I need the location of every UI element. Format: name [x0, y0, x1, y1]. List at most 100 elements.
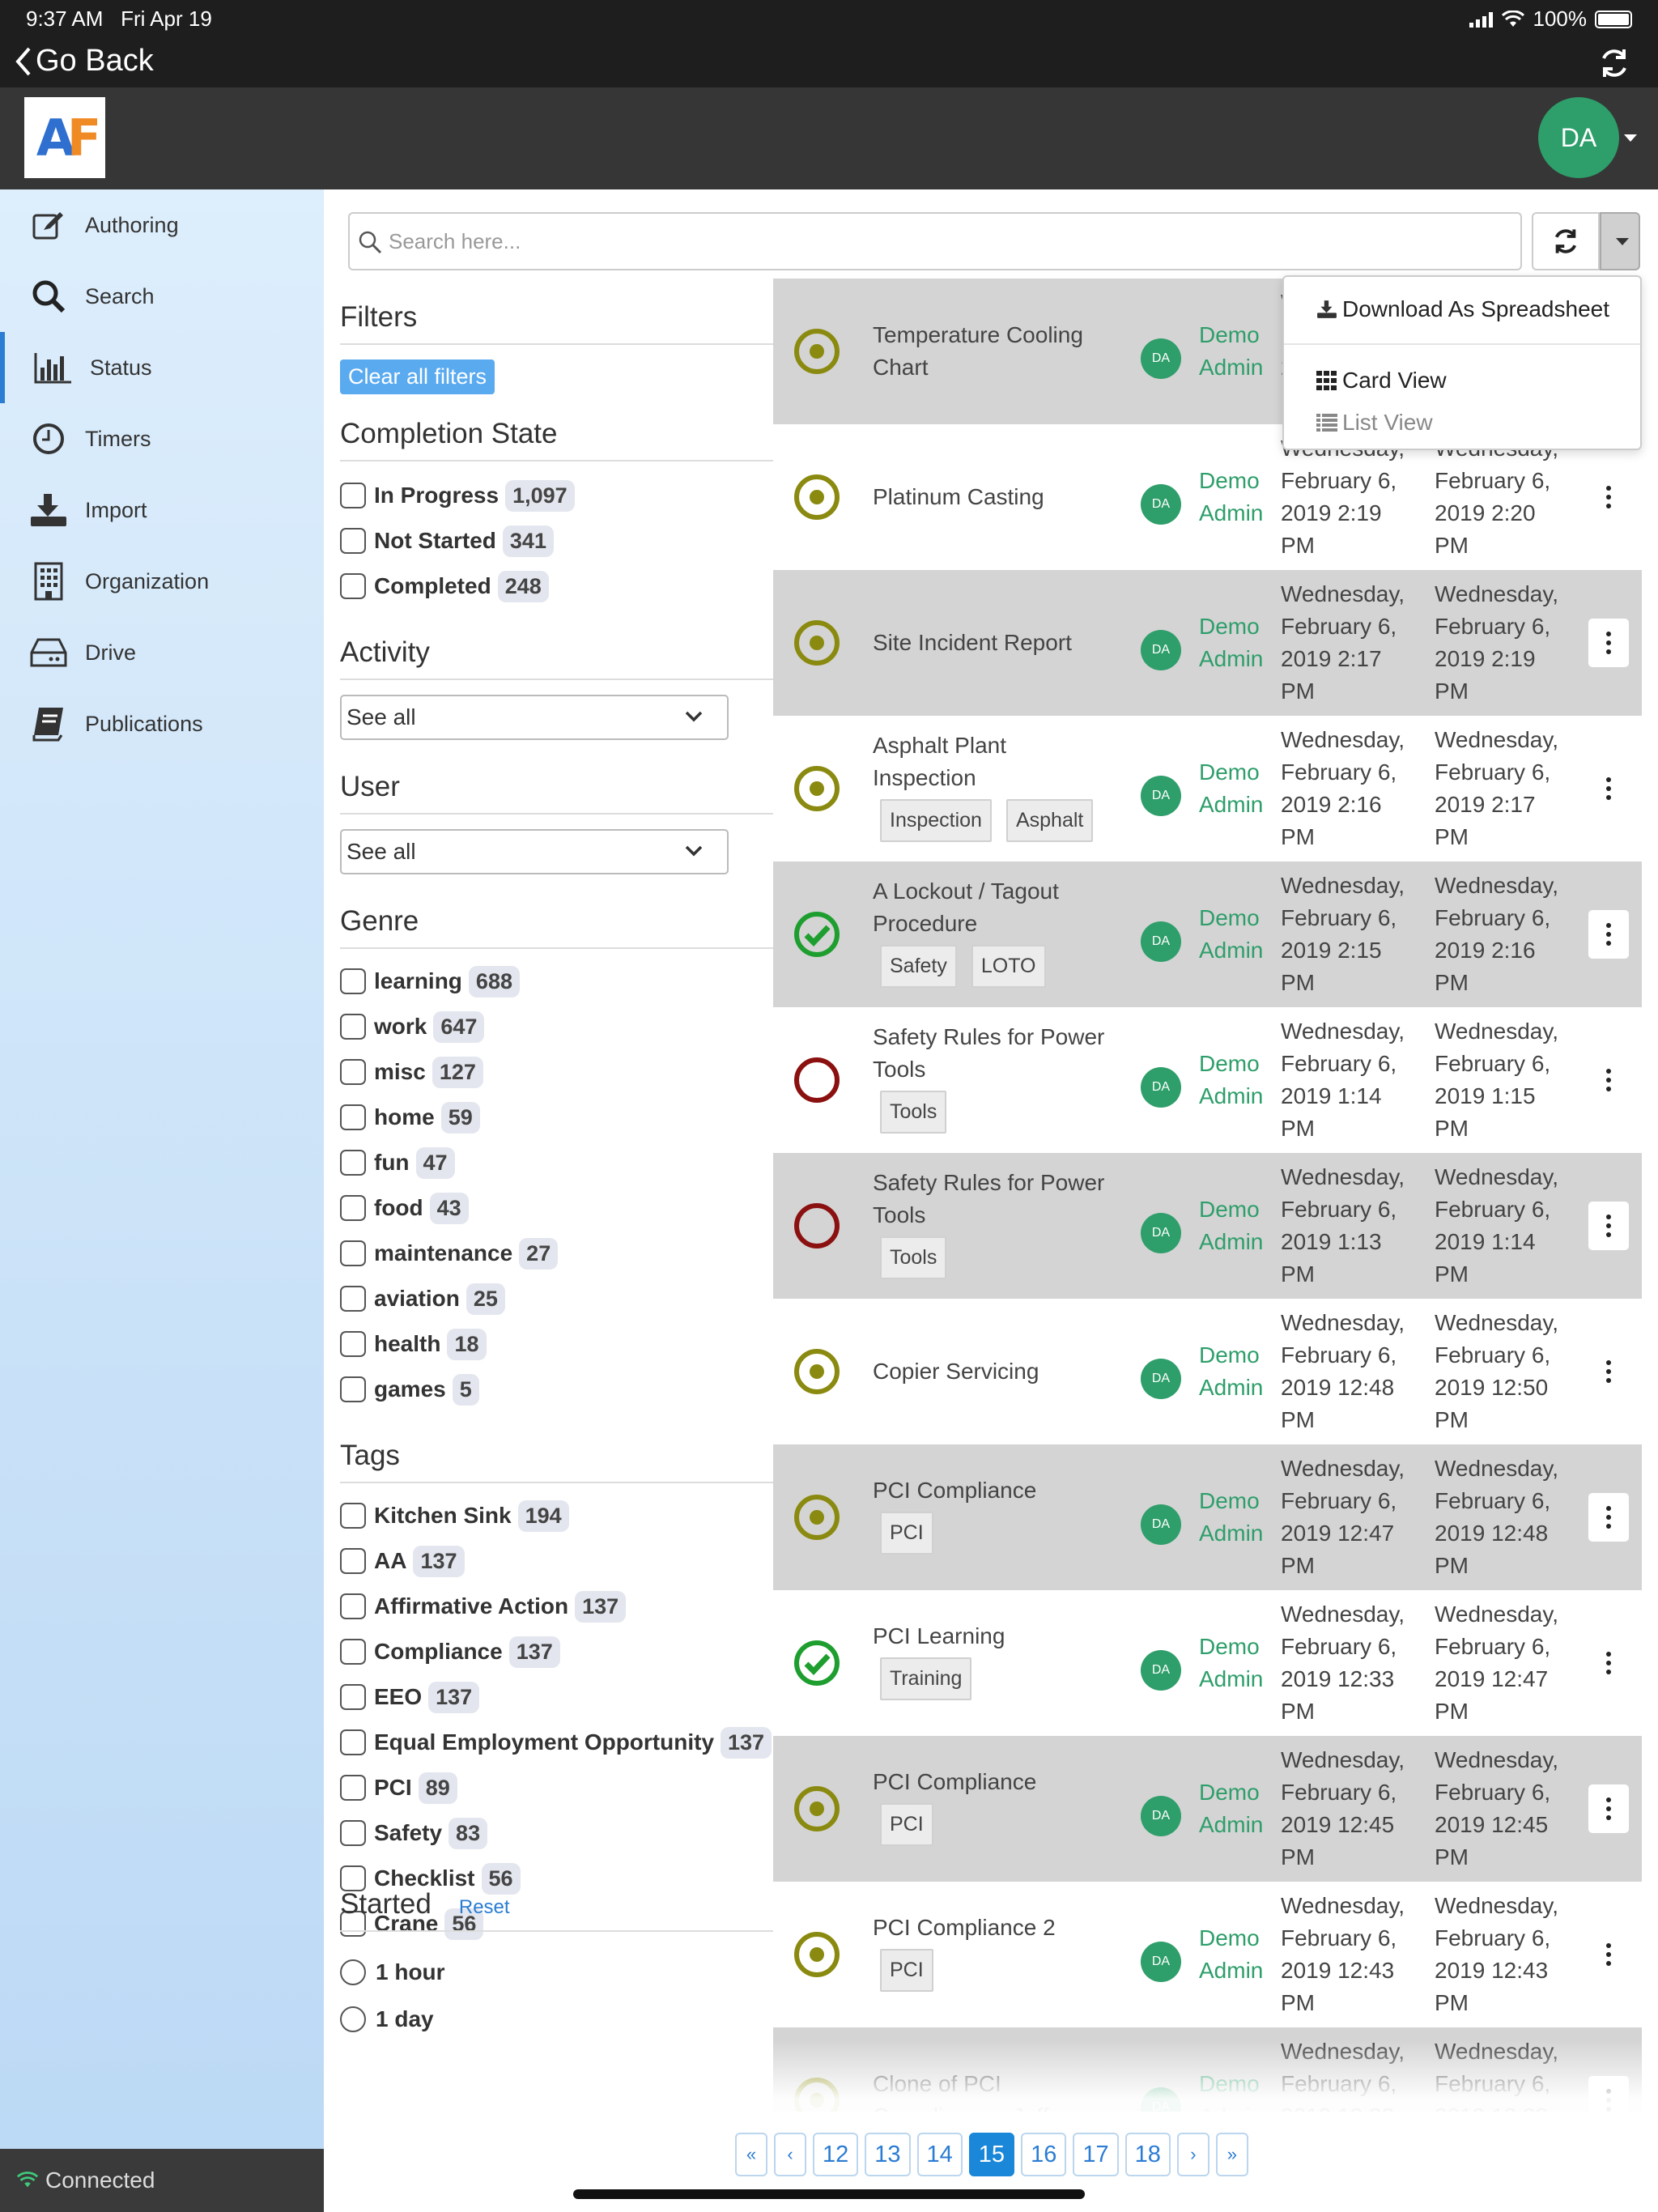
sidebar-item-organization[interactable]: Organization: [0, 546, 324, 617]
more-options-icon[interactable]: [1588, 1056, 1629, 1104]
checkbox[interactable]: [340, 1014, 366, 1040]
result-title[interactable]: Platinum Casting: [873, 481, 1124, 513]
options-dropdown-toggle[interactable]: [1600, 212, 1640, 270]
tag-filter-aa[interactable]: AA 137: [340, 1543, 465, 1579]
tag-chip[interactable]: Tools: [880, 1236, 947, 1279]
tag-chip[interactable]: PCI: [880, 1512, 933, 1555]
sidebar-item-publications[interactable]: Publications: [0, 688, 324, 759]
tag-chip[interactable]: Safety: [880, 945, 957, 988]
started-reset-link[interactable]: Reset: [459, 1896, 510, 1918]
checkbox[interactable]: [340, 1729, 366, 1755]
more-options-icon[interactable]: [1588, 473, 1629, 521]
search-input[interactable]: [389, 214, 1506, 269]
result-row[interactable]: Asphalt Plant Inspection Inspection Asphalt…: [773, 716, 1642, 861]
result-title[interactable]: Safety Rules for Power Tools: [873, 1021, 1124, 1086]
filter-completed[interactable]: Completed 248: [340, 568, 549, 604]
sidebar-item-search[interactable]: Search: [0, 261, 324, 332]
checkbox[interactable]: [340, 1376, 366, 1402]
result-title[interactable]: Safety Rules for Power Tools: [873, 1167, 1124, 1231]
result-row[interactable]: PCI Compliance PCI DA Demo Admin Wednesday, Fe…: [773, 1444, 1642, 1590]
page-18-button[interactable]: 18: [1124, 2133, 1171, 2176]
tag-chip[interactable]: Inspection: [880, 799, 992, 842]
more-options-icon[interactable]: [1588, 1202, 1629, 1250]
result-row[interactable]: PCI Learning Training DA Demo Admin Wednesday…: [773, 1590, 1642, 1736]
result-row[interactable]: A Lockout / Tagout Procedure Safety LOTO DA D…: [773, 861, 1642, 1007]
tag-chip[interactable]: Training: [880, 1657, 972, 1700]
result-title[interactable]: Copier Servicing: [873, 1355, 1124, 1388]
page-17-button[interactable]: 17: [1073, 2133, 1119, 2176]
genre-filter-fun[interactable]: fun 47: [340, 1145, 455, 1180]
result-title[interactable]: Asphalt Plant Inspection: [873, 730, 1124, 794]
radio[interactable]: [340, 2006, 366, 2032]
checkbox[interactable]: [340, 1775, 366, 1801]
more-options-icon[interactable]: [1588, 1347, 1629, 1396]
go-back-button[interactable]: Go Back: [15, 44, 154, 79]
genre-filter-home[interactable]: home 59: [340, 1100, 480, 1135]
checkbox[interactable]: [340, 1195, 366, 1221]
checkbox[interactable]: [340, 1684, 366, 1710]
result-title[interactable]: Temperature Cooling Chart: [873, 319, 1124, 384]
user-select[interactable]: See all: [340, 829, 729, 874]
refresh-button[interactable]: [1532, 212, 1600, 270]
tag-chip[interactable]: LOTO: [971, 945, 1046, 988]
tag-filter-kitchen-sink[interactable]: Kitchen Sink 194: [340, 1498, 569, 1534]
result-row[interactable]: PCI Compliance 2 PCI DA Demo Admin Wednesday,…: [773, 1882, 1642, 2027]
genre-filter-aviation[interactable]: aviation 25: [340, 1281, 505, 1317]
page-15-button[interactable]: 15: [968, 2133, 1015, 2176]
sidebar-item-drive[interactable]: Drive: [0, 617, 324, 688]
checkbox[interactable]: [340, 968, 366, 994]
tag-filter-affirmative-action[interactable]: Affirmative Action 137: [340, 1589, 627, 1624]
genre-filter-health[interactable]: health 18: [340, 1326, 487, 1362]
result-title[interactable]: A Lockout / Tagout Procedure: [873, 875, 1124, 940]
tag-filter-pci[interactable]: PCI 89: [340, 1770, 457, 1806]
checkbox[interactable]: [340, 1331, 366, 1357]
result-row[interactable]: Site Incident Report DA Demo Admin Wednesday…: [773, 570, 1642, 716]
checkbox[interactable]: [340, 528, 366, 554]
checkbox[interactable]: [340, 1593, 366, 1619]
result-title[interactable]: PCI Compliance: [873, 1474, 1124, 1507]
checkbox[interactable]: [340, 1240, 366, 1266]
result-row[interactable]: PCI Compliance PCI DA Demo Admin Wednesday, Fe…: [773, 1736, 1642, 1882]
tag-chip[interactable]: Asphalt: [1005, 799, 1094, 842]
more-options-icon[interactable]: [1588, 619, 1629, 667]
checkbox[interactable]: [340, 1059, 366, 1085]
result-title[interactable]: Site Incident Report: [873, 627, 1124, 659]
checkbox[interactable]: [340, 573, 366, 599]
more-options-icon[interactable]: [1588, 1493, 1629, 1542]
page-prev-button[interactable]: ‹: [774, 2133, 806, 2176]
result-title[interactable]: PCI Learning: [873, 1620, 1124, 1653]
page-13-button[interactable]: 13: [865, 2133, 911, 2176]
result-title[interactable]: PCI Compliance: [873, 1766, 1124, 1798]
more-options-icon[interactable]: [1588, 764, 1629, 813]
page-12-button[interactable]: 12: [813, 2133, 859, 2176]
tag-filter-compliance[interactable]: Compliance 137: [340, 1634, 560, 1670]
genre-filter-games[interactable]: games 5: [340, 1372, 479, 1407]
sidebar-item-authoring[interactable]: Authoring: [0, 189, 324, 261]
checkbox[interactable]: [340, 1548, 366, 1574]
checkbox[interactable]: [340, 1286, 366, 1312]
checkbox[interactable]: [340, 1104, 366, 1130]
checkbox[interactable]: [340, 1503, 366, 1529]
genre-filter-maintenance[interactable]: maintenance 27: [340, 1236, 559, 1271]
page-14-button[interactable]: 14: [916, 2133, 963, 2176]
tag-chip[interactable]: PCI: [880, 1803, 933, 1846]
checkbox[interactable]: [340, 1150, 366, 1176]
reload-icon[interactable]: [1596, 45, 1632, 81]
genre-filter-work[interactable]: work 647: [340, 1009, 485, 1044]
sidebar-item-import[interactable]: Import: [0, 474, 324, 546]
clear-filters-button[interactable]: Clear all filters: [340, 359, 495, 394]
tag-filter-eeo[interactable]: EEO 137: [340, 1679, 480, 1715]
card-view-item[interactable]: Card View: [1284, 359, 1640, 402]
started-option-1-hour[interactable]: 1 hour: [340, 1955, 452, 1990]
checkbox[interactable]: [340, 1639, 366, 1665]
avatar-caret-icon[interactable]: [1624, 134, 1637, 142]
filter-not-started[interactable]: Not Started 341: [340, 523, 554, 559]
genre-filter-misc[interactable]: misc 127: [340, 1054, 483, 1090]
more-options-icon[interactable]: [1588, 1930, 1629, 1979]
sidebar-item-timers[interactable]: Timers: [0, 403, 324, 474]
checkbox[interactable]: [340, 483, 366, 508]
user-avatar[interactable]: DA: [1538, 97, 1619, 178]
more-options-icon[interactable]: [1588, 1639, 1629, 1687]
genre-filter-learning[interactable]: learning 688: [340, 963, 520, 999]
more-options-icon[interactable]: [1588, 910, 1629, 959]
